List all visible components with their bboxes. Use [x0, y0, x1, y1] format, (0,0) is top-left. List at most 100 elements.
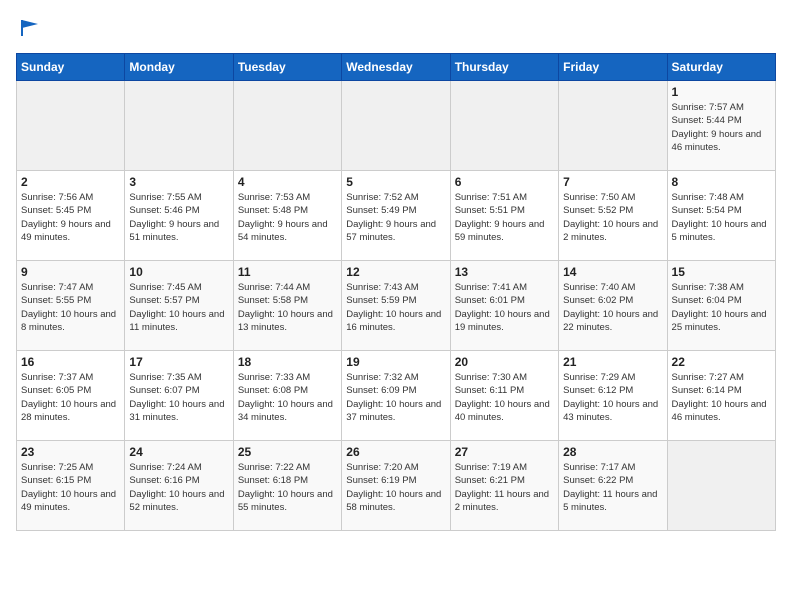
- day-number: 24: [129, 445, 228, 459]
- day-info: Sunrise: 7:37 AMSunset: 6:05 PMDaylight:…: [21, 371, 120, 424]
- header-monday: Monday: [125, 54, 233, 81]
- calendar-week-row: 2Sunrise: 7:56 AMSunset: 5:45 PMDaylight…: [17, 171, 776, 261]
- day-number: 18: [238, 355, 337, 369]
- calendar-cell: 5 Sunrise: 7:52 AMSunset: 5:49 PMDaylight…: [342, 171, 450, 261]
- calendar-cell: 27 Sunrise: 7:19 AMSunset: 6:21 PMDayligh…: [450, 441, 558, 531]
- calendar-cell: 12 Sunrise: 7:43 AMSunset: 5:59 PMDayligh…: [342, 261, 450, 351]
- header-wednesday: Wednesday: [342, 54, 450, 81]
- calendar-week-row: 23 Sunrise: 7:25 AMSunset: 6:15 PMDayligh…: [17, 441, 776, 531]
- calendar-cell: 28 Sunrise: 7:17 AMSunset: 6:22 PMDayligh…: [559, 441, 667, 531]
- day-number: 3: [129, 175, 228, 189]
- calendar-cell: [17, 81, 125, 171]
- day-number: 6: [455, 175, 554, 189]
- header-sunday: Sunday: [17, 54, 125, 81]
- day-number: 17: [129, 355, 228, 369]
- calendar-cell: 19Sunrise: 7:32 AMSunset: 6:09 PMDayligh…: [342, 351, 450, 441]
- calendar-cell: 13 Sunrise: 7:41 AMSunset: 6:01 PMDayligh…: [450, 261, 558, 351]
- header-friday: Friday: [559, 54, 667, 81]
- day-info: Sunrise: 7:33 AMSunset: 6:08 PMDaylight:…: [238, 371, 337, 424]
- page-header: [16, 16, 776, 45]
- calendar-cell: 8 Sunrise: 7:48 AMSunset: 5:54 PMDaylight…: [667, 171, 775, 261]
- day-number: 12: [346, 265, 445, 279]
- day-number: 22: [672, 355, 771, 369]
- day-info: Sunrise: 7:19 AMSunset: 6:21 PMDaylight:…: [455, 461, 554, 514]
- calendar-header-row: SundayMondayTuesdayWednesdayThursdayFrid…: [17, 54, 776, 81]
- day-number: 27: [455, 445, 554, 459]
- day-info: Sunrise: 7:43 AMSunset: 5:59 PMDaylight:…: [346, 281, 445, 334]
- day-info: Sunrise: 7:47 AMSunset: 5:55 PMDaylight:…: [21, 281, 120, 334]
- day-info: Sunrise: 7:35 AMSunset: 6:07 PMDaylight:…: [129, 371, 228, 424]
- day-info: Sunrise: 7:44 AMSunset: 5:58 PMDaylight:…: [238, 281, 337, 334]
- day-number: 5: [346, 175, 445, 189]
- calendar-week-row: 1 Sunrise: 7:57 AMSunset: 5:44 PMDaylight…: [17, 81, 776, 171]
- day-info: Sunrise: 7:22 AMSunset: 6:18 PMDaylight:…: [238, 461, 337, 514]
- calendar-cell: 4 Sunrise: 7:53 AMSunset: 5:48 PMDaylight…: [233, 171, 341, 261]
- calendar-cell: 7 Sunrise: 7:50 AMSunset: 5:52 PMDaylight…: [559, 171, 667, 261]
- calendar-cell: 3 Sunrise: 7:55 AMSunset: 5:46 PMDaylight…: [125, 171, 233, 261]
- day-info: Sunrise: 7:20 AMSunset: 6:19 PMDaylight:…: [346, 461, 445, 514]
- calendar-cell: 1 Sunrise: 7:57 AMSunset: 5:44 PMDaylight…: [667, 81, 775, 171]
- day-info: Sunrise: 7:41 AMSunset: 6:01 PMDaylight:…: [455, 281, 554, 334]
- day-number: 7: [563, 175, 662, 189]
- day-info: Sunrise: 7:48 AMSunset: 5:54 PMDaylight:…: [672, 191, 771, 244]
- day-number: 20: [455, 355, 554, 369]
- calendar-cell: 14 Sunrise: 7:40 AMSunset: 6:02 PMDayligh…: [559, 261, 667, 351]
- calendar-cell: 2Sunrise: 7:56 AMSunset: 5:45 PMDaylight…: [17, 171, 125, 261]
- day-number: 1: [672, 85, 771, 99]
- day-info: Sunrise: 7:53 AMSunset: 5:48 PMDaylight:…: [238, 191, 337, 244]
- day-number: 25: [238, 445, 337, 459]
- calendar-cell: 11 Sunrise: 7:44 AMSunset: 5:58 PMDayligh…: [233, 261, 341, 351]
- day-info: Sunrise: 7:40 AMSunset: 6:02 PMDaylight:…: [563, 281, 662, 334]
- day-number: 8: [672, 175, 771, 189]
- logo-text: [16, 16, 42, 45]
- day-number: 4: [238, 175, 337, 189]
- day-info: Sunrise: 7:17 AMSunset: 6:22 PMDaylight:…: [563, 461, 662, 514]
- calendar-cell: 18 Sunrise: 7:33 AMSunset: 6:08 PMDayligh…: [233, 351, 341, 441]
- day-number: 15: [672, 265, 771, 279]
- day-number: 23: [21, 445, 120, 459]
- day-info: Sunrise: 7:45 AMSunset: 5:57 PMDaylight:…: [129, 281, 228, 334]
- calendar-cell: 15 Sunrise: 7:38 AMSunset: 6:04 PMDayligh…: [667, 261, 775, 351]
- day-number: 13: [455, 265, 554, 279]
- calendar-week-row: 16 Sunrise: 7:37 AMSunset: 6:05 PMDayligh…: [17, 351, 776, 441]
- day-number: 26: [346, 445, 445, 459]
- day-number: 28: [563, 445, 662, 459]
- calendar-cell: 10 Sunrise: 7:45 AMSunset: 5:57 PMDayligh…: [125, 261, 233, 351]
- day-number: 11: [238, 265, 337, 279]
- calendar-cell: 26 Sunrise: 7:20 AMSunset: 6:19 PMDayligh…: [342, 441, 450, 531]
- day-info: Sunrise: 7:51 AMSunset: 5:51 PMDaylight:…: [455, 191, 554, 244]
- day-info: Sunrise: 7:27 AMSunset: 6:14 PMDaylight:…: [672, 371, 771, 424]
- day-info: Sunrise: 7:57 AMSunset: 5:44 PMDaylight:…: [672, 101, 771, 154]
- day-info: Sunrise: 7:25 AMSunset: 6:15 PMDaylight:…: [21, 461, 120, 514]
- calendar-cell: [559, 81, 667, 171]
- day-info: Sunrise: 7:56 AMSunset: 5:45 PMDaylight:…: [21, 191, 120, 244]
- logo: [16, 16, 42, 45]
- calendar-cell: 20Sunrise: 7:30 AMSunset: 6:11 PMDayligh…: [450, 351, 558, 441]
- calendar-cell: 21Sunrise: 7:29 AMSunset: 6:12 PMDayligh…: [559, 351, 667, 441]
- calendar-cell: 9 Sunrise: 7:47 AMSunset: 5:55 PMDaylight…: [17, 261, 125, 351]
- calendar-cell: [450, 81, 558, 171]
- day-info: Sunrise: 7:55 AMSunset: 5:46 PMDaylight:…: [129, 191, 228, 244]
- day-info: Sunrise: 7:50 AMSunset: 5:52 PMDaylight:…: [563, 191, 662, 244]
- day-number: 10: [129, 265, 228, 279]
- header-thursday: Thursday: [450, 54, 558, 81]
- calendar-week-row: 9 Sunrise: 7:47 AMSunset: 5:55 PMDaylight…: [17, 261, 776, 351]
- calendar-cell: [342, 81, 450, 171]
- calendar-cell: 16 Sunrise: 7:37 AMSunset: 6:05 PMDayligh…: [17, 351, 125, 441]
- calendar-cell: 24 Sunrise: 7:24 AMSunset: 6:16 PMDayligh…: [125, 441, 233, 531]
- day-number: 21: [563, 355, 662, 369]
- logo-flag-icon: [18, 16, 42, 40]
- day-number: 14: [563, 265, 662, 279]
- header-tuesday: Tuesday: [233, 54, 341, 81]
- day-info: Sunrise: 7:24 AMSunset: 6:16 PMDaylight:…: [129, 461, 228, 514]
- day-number: 9: [21, 265, 120, 279]
- day-info: Sunrise: 7:38 AMSunset: 6:04 PMDaylight:…: [672, 281, 771, 334]
- calendar-cell: [233, 81, 341, 171]
- day-number: 16: [21, 355, 120, 369]
- calendar-table: SundayMondayTuesdayWednesdayThursdayFrid…: [16, 53, 776, 531]
- calendar-cell: 17 Sunrise: 7:35 AMSunset: 6:07 PMDayligh…: [125, 351, 233, 441]
- calendar-cell: 6 Sunrise: 7:51 AMSunset: 5:51 PMDaylight…: [450, 171, 558, 261]
- day-info: Sunrise: 7:52 AMSunset: 5:49 PMDaylight:…: [346, 191, 445, 244]
- day-number: 19: [346, 355, 445, 369]
- calendar-cell: [125, 81, 233, 171]
